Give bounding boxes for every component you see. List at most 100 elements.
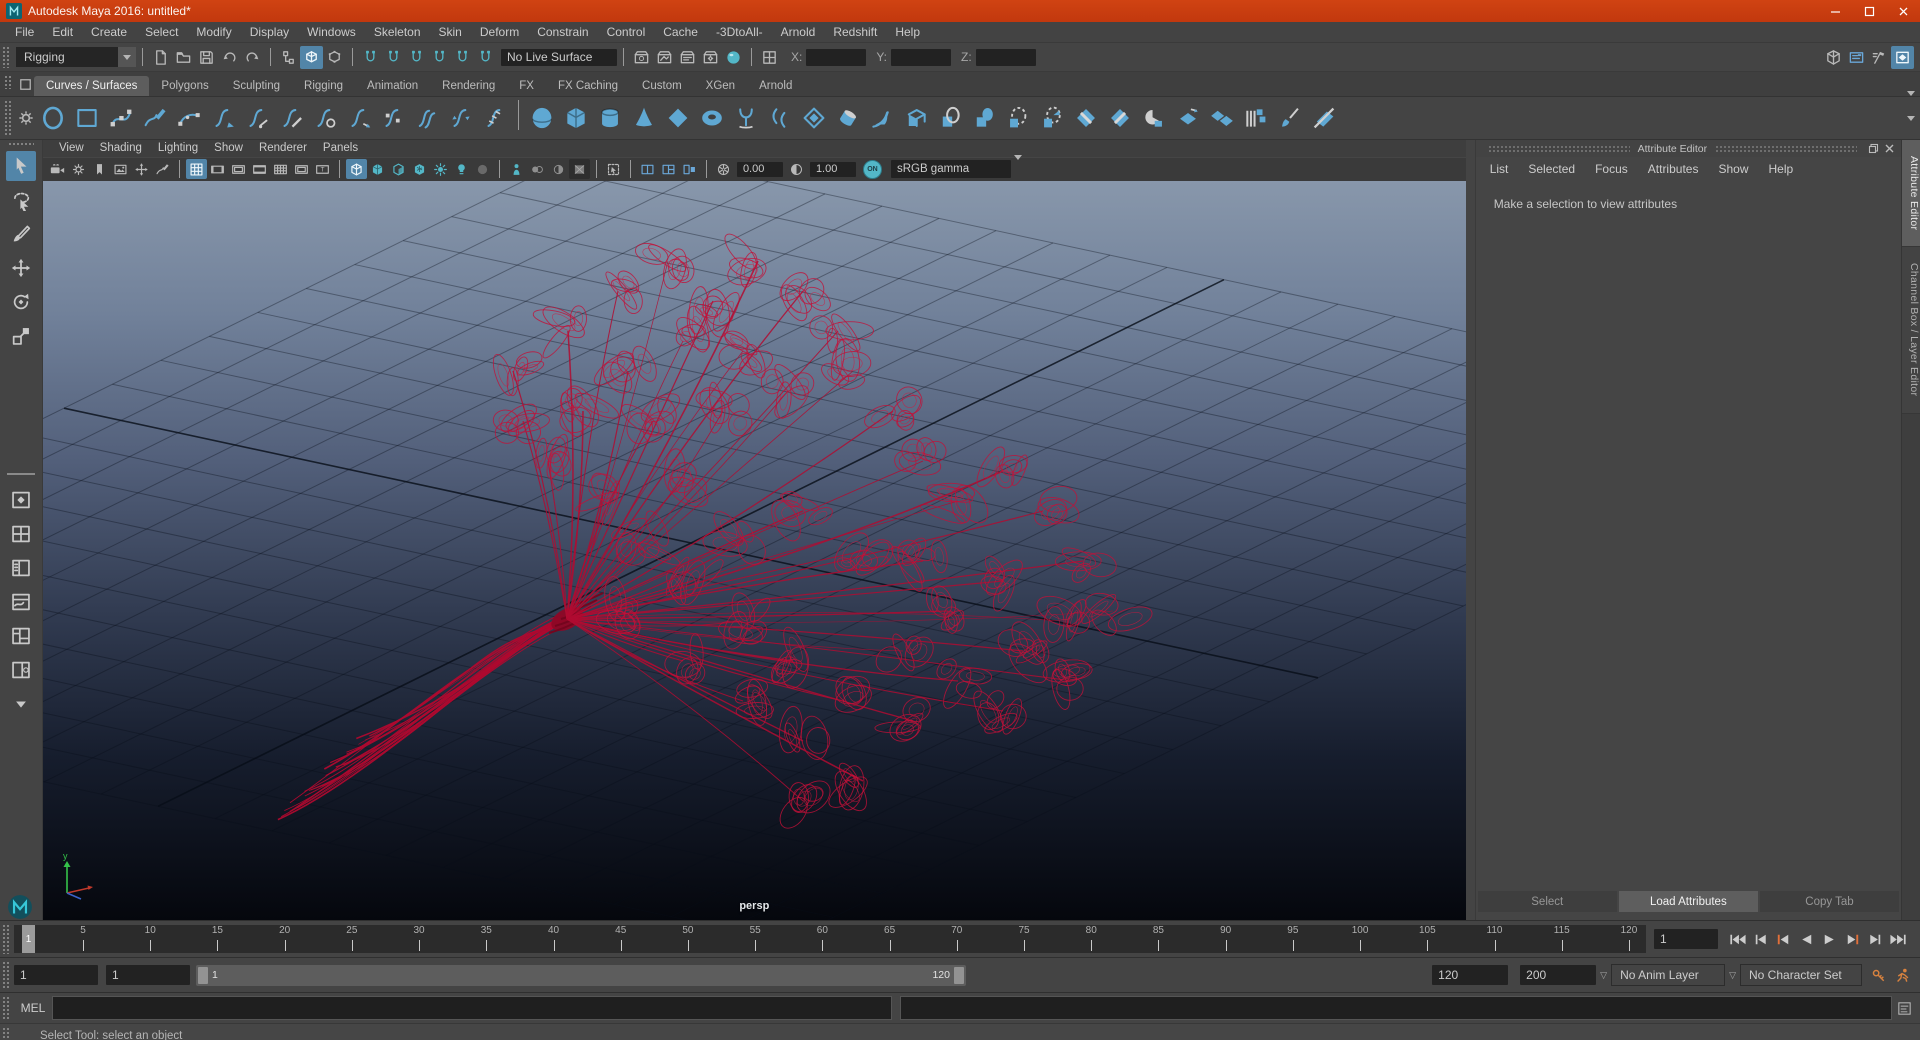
command-line-grip[interactable]: [2, 996, 10, 1020]
character-set-selector[interactable]: No Character Set: [1740, 964, 1862, 986]
x-coordinate-input[interactable]: [806, 48, 867, 66]
reverse-curve-icon[interactable]: [444, 100, 478, 136]
go-to-start-button[interactable]: [1726, 930, 1749, 948]
sculpt-surfaces-tool-icon[interactable]: [1273, 100, 1307, 136]
exposure-contrast-icon[interactable]: [548, 159, 569, 179]
two-d-pan-zoom-icon[interactable]: [131, 159, 152, 179]
status-line-grip[interactable]: [2, 46, 10, 68]
wireframe-on-shaded-icon[interactable]: [388, 159, 409, 179]
new-scene-icon[interactable]: [149, 46, 172, 69]
detach-curves-icon[interactable]: [240, 100, 274, 136]
range-slider[interactable]: 1 120: [196, 964, 966, 986]
menu-modify[interactable]: Modify: [187, 23, 240, 41]
menu-create[interactable]: Create: [82, 23, 136, 41]
panel-menu-show[interactable]: Show: [206, 141, 251, 155]
wireframe-display-icon[interactable]: [345, 159, 367, 180]
shaded-display-icon[interactable]: [367, 159, 388, 179]
script-editor-icon[interactable]: [1892, 997, 1916, 1019]
side-tab-attribute-editor[interactable]: Attribute Editor: [1902, 140, 1920, 248]
select-by-hierarchy-icon[interactable]: [277, 46, 300, 69]
menu-arnold[interactable]: Arnold: [772, 23, 825, 41]
revolve-icon[interactable]: [729, 100, 763, 136]
playback-end-field[interactable]: 120: [1432, 965, 1509, 985]
window-maximize-button[interactable]: [1852, 0, 1886, 22]
rotate-tool-icon[interactable]: [6, 287, 36, 317]
play-backwards-button[interactable]: [1795, 930, 1818, 948]
menu-display[interactable]: Display: [241, 23, 298, 41]
insert-knot-icon[interactable]: [376, 100, 410, 136]
nurbs-plane-icon[interactable]: [661, 100, 695, 136]
channel-box-icon[interactable]: [1891, 45, 1914, 69]
cut-curve-icon[interactable]: [274, 100, 308, 136]
shelf-tab-curves-surfaces[interactable]: Curves / Surfaces: [34, 76, 150, 96]
nurbs-circle-icon[interactable]: [36, 100, 70, 136]
auto-keyframe-icon[interactable]: [1866, 963, 1890, 987]
save-scene-icon[interactable]: [195, 46, 218, 69]
field-chart-icon[interactable]: [270, 159, 291, 179]
open-render-view-icon[interactable]: [630, 46, 653, 69]
safe-title-icon[interactable]: T: [312, 159, 333, 179]
play-forwards-button[interactable]: [1818, 930, 1841, 948]
modeling-toolkit-icon[interactable]: [1822, 46, 1845, 69]
nurbs-torus-icon[interactable]: [695, 100, 729, 136]
image-plane-icon[interactable]: [110, 159, 131, 179]
shelf-tab-fx[interactable]: FX: [507, 76, 546, 96]
range-start-handle[interactable]: [198, 966, 208, 984]
panel-menu-view[interactable]: View: [51, 141, 92, 155]
float-panel-icon[interactable]: [1865, 142, 1881, 156]
bevel-plus-icon[interactable]: [899, 100, 933, 136]
bookmark-icon[interactable]: [89, 159, 110, 179]
step-back-key-button[interactable]: [1749, 930, 1772, 948]
time-ruler[interactable]: 1 5 10 15 20 25 30 35 40 45 50 55 60 65 70 75 80 85 90 95 1…: [14, 925, 1646, 953]
menu-skin[interactable]: Skin: [430, 23, 471, 41]
gamma-field[interactable]: 1.00: [809, 161, 856, 177]
menu-constrain[interactable]: Constrain: [528, 23, 597, 41]
menu-edit[interactable]: Edit: [43, 23, 82, 41]
detach-surfaces-icon[interactable]: [1103, 100, 1137, 136]
ae-menu-attributes[interactable]: Attributes: [1638, 160, 1709, 178]
snap-to-view-plane-icon[interactable]: [451, 46, 474, 69]
shelf-tab-animation[interactable]: Animation: [355, 76, 430, 96]
current-time-field[interactable]: 1: [1654, 929, 1718, 949]
viewport-canvas[interactable]: y persp: [42, 180, 1466, 920]
tool-settings-icon[interactable]: [1868, 46, 1891, 69]
xray-icon[interactable]: [506, 159, 527, 179]
layout-persp-outliner-icon[interactable]: [6, 553, 36, 583]
camera-attributes-icon[interactable]: [68, 159, 89, 179]
display-render-settings-icon[interactable]: [722, 46, 745, 69]
shelf-tabs-menu-icon[interactable]: [16, 75, 34, 93]
extrude-icon[interactable]: [831, 100, 865, 136]
shelf-tab-sculpting[interactable]: Sculpting: [221, 76, 292, 96]
nurbs-cube-icon[interactable]: [559, 100, 593, 136]
grid-toggle-icon[interactable]: [185, 159, 207, 180]
panel-menu-lighting[interactable]: Lighting: [150, 141, 206, 155]
range-slider-grip[interactable]: [2, 961, 10, 989]
layout-single-pane-icon[interactable]: [6, 485, 36, 515]
shelf-tab-polygons[interactable]: Polygons: [149, 76, 220, 96]
birail-icon[interactable]: [865, 100, 899, 136]
layout-persp-uv-icon[interactable]: [6, 655, 36, 685]
chevron-down-icon[interactable]: ▽: [1600, 970, 1607, 981]
trim-tool-icon[interactable]: [1001, 100, 1035, 136]
separator[interactable]: [620, 48, 627, 66]
contrast-icon[interactable]: [786, 159, 807, 179]
snap-to-point-icon[interactable]: [405, 46, 428, 69]
extend-curve-icon[interactable]: [342, 100, 376, 136]
nurbs-cylinder-icon[interactable]: [593, 100, 627, 136]
menu-cache[interactable]: Cache: [654, 23, 707, 41]
panel-drag-handle[interactable]: [1487, 144, 1630, 153]
side-tab-channel-box-layer-editor[interactable]: Channel Box / Layer Editor: [1902, 247, 1920, 414]
chevron-down-icon[interactable]: ▽: [1729, 970, 1736, 981]
wireframe-plant-model[interactable]: [43, 181, 1466, 920]
menu-windows[interactable]: Windows: [298, 23, 365, 41]
pane-layout-alt-icon[interactable]: [658, 159, 679, 179]
menu-control[interactable]: Control: [598, 23, 655, 41]
shelf-icons-grip[interactable]: [4, 100, 12, 136]
shelf-grip[interactable]: [4, 75, 12, 89]
three-point-arc-icon[interactable]: [172, 100, 206, 136]
toolbox-grip[interactable]: [7, 142, 34, 147]
shelf-tab-fx-caching[interactable]: FX Caching: [546, 76, 630, 96]
shelf-tab-arnold[interactable]: Arnold: [747, 76, 804, 96]
move-tool-icon[interactable]: [6, 253, 36, 283]
menu-select[interactable]: Select: [136, 23, 187, 41]
